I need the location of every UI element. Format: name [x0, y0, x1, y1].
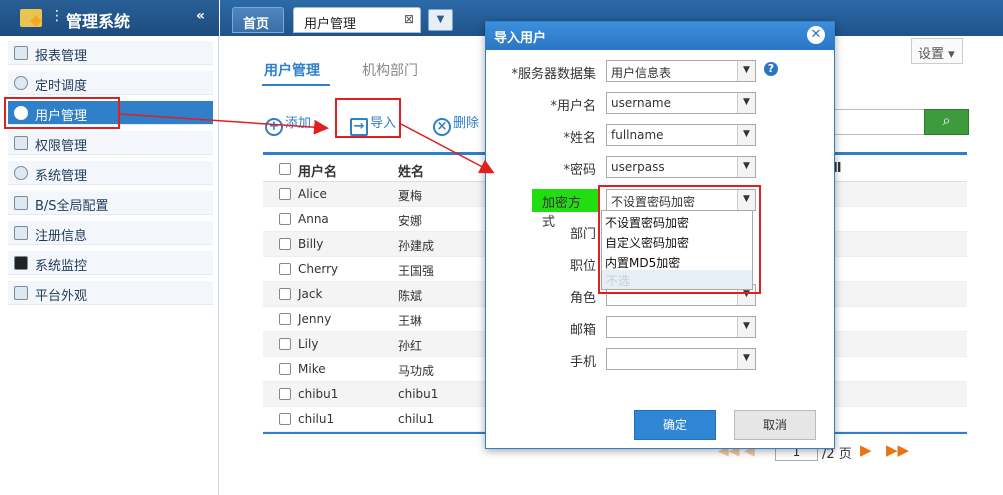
annotation-arrows [119, 113, 495, 174]
arrow-to-import [119, 113, 329, 135]
arrow-to-dialog [400, 123, 495, 174]
